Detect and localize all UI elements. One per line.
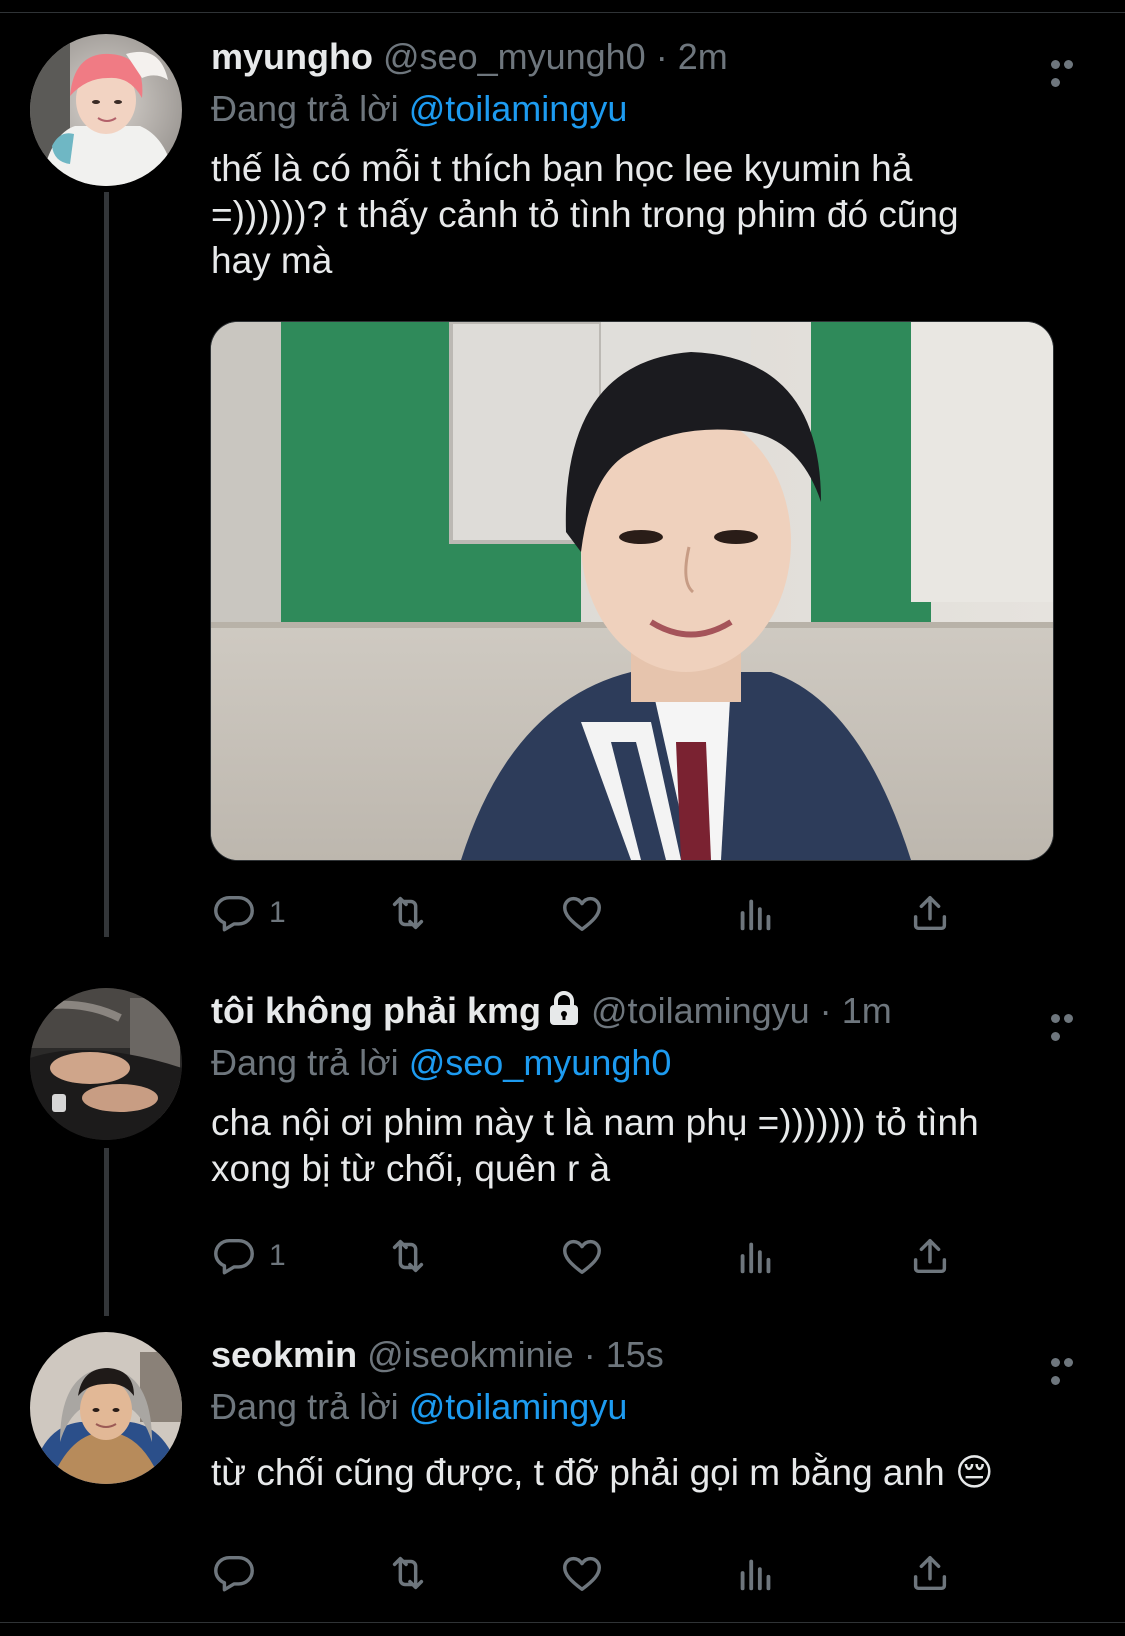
reply-icon xyxy=(214,1238,254,1275)
tweet-toilamingyu[interactable]: tôi không phải kmg @toilamingyu · 1m Đan… xyxy=(0,984,1125,1284)
timestamp[interactable]: 1m xyxy=(842,990,892,1031)
avatar-photo-hands xyxy=(30,988,182,1140)
top-divider xyxy=(0,0,1125,13)
replying-prefix: Đang trả lời xyxy=(211,1042,399,1083)
user-handle[interactable]: @toilamingyu xyxy=(591,990,810,1031)
retweet-button[interactable] xyxy=(385,1231,431,1281)
share-button[interactable] xyxy=(907,888,953,938)
retweet-button[interactable] xyxy=(385,1548,431,1598)
avatar[interactable] xyxy=(30,34,182,186)
replying-prefix: Đang trả lời xyxy=(211,1386,399,1427)
reply-count: 1 xyxy=(269,896,286,929)
analytics-button[interactable] xyxy=(733,1231,779,1281)
separator-dot: · xyxy=(819,990,832,1031)
display-name[interactable]: tôi không phải kmg xyxy=(211,990,541,1031)
replying-prefix: Đang trả lời xyxy=(211,88,399,129)
analytics-icon xyxy=(740,1242,771,1274)
timestamp[interactable]: 2m xyxy=(678,36,728,77)
avatar-photo-pink-hair xyxy=(30,34,182,186)
heart-icon xyxy=(563,1239,601,1275)
display-name[interactable]: myungho xyxy=(211,36,373,77)
avatar-photo-hoodie xyxy=(30,1332,182,1484)
media-photo xyxy=(211,322,1053,860)
more-options-icon[interactable] xyxy=(1051,1010,1089,1041)
analytics-button[interactable] xyxy=(733,1548,779,1598)
reply-button[interactable] xyxy=(211,1548,269,1598)
tweet-media-image[interactable] xyxy=(210,321,1054,861)
tweet-text: cha nội ơi phim này t là nam phụ =))))))… xyxy=(211,1102,979,1189)
user-handle[interactable]: @seo_myungh0 xyxy=(383,36,646,77)
heart-icon xyxy=(563,896,601,932)
analytics-button[interactable] xyxy=(733,888,779,938)
display-name[interactable]: seokmin xyxy=(211,1334,357,1375)
more-options-icon[interactable] xyxy=(1051,1354,1089,1385)
user-handle[interactable]: @iseokminie xyxy=(367,1334,574,1375)
avatar[interactable] xyxy=(30,1332,182,1484)
share-icon xyxy=(913,895,947,931)
tweet-actions: 1 xyxy=(211,1231,1011,1281)
share-button[interactable] xyxy=(907,1548,953,1598)
tweet-header: myungho @seo_myungh0 · 2m xyxy=(211,30,1071,84)
bottom-divider xyxy=(0,1622,1125,1623)
mention-link[interactable]: @toilamingyu xyxy=(409,1386,628,1427)
mention-link[interactable]: @seo_myungh0 xyxy=(409,1042,672,1083)
separator-dot: · xyxy=(583,1334,596,1375)
share-icon xyxy=(913,1555,947,1591)
heart-icon xyxy=(563,1556,601,1592)
like-button[interactable] xyxy=(559,1231,605,1281)
retweet-icon xyxy=(392,1556,424,1590)
avatar[interactable] xyxy=(30,988,182,1140)
retweet-icon xyxy=(392,896,424,930)
mention-link[interactable]: @toilamingyu xyxy=(409,88,628,129)
reply-icon xyxy=(214,1555,254,1592)
retweet-button[interactable] xyxy=(385,888,431,938)
reply-button[interactable]: 1 xyxy=(211,1231,286,1281)
replying-to: Đang trả lời @toilamingyu xyxy=(211,84,1071,134)
tweet-header: tôi không phải kmg @toilamingyu · 1m xyxy=(211,984,1071,1038)
replying-to: Đang trả lời @seo_myungh0 xyxy=(211,1038,1071,1088)
separator-dot: · xyxy=(655,36,668,77)
like-button[interactable] xyxy=(559,888,605,938)
share-icon xyxy=(913,1238,947,1274)
analytics-icon xyxy=(740,899,771,931)
share-button[interactable] xyxy=(907,1231,953,1281)
tweet-actions xyxy=(211,1548,1011,1598)
tweet-seokmin[interactable]: seokmin @iseokminie · 15s Đang trả lời @… xyxy=(0,1328,1125,1618)
reply-count: 1 xyxy=(269,1239,286,1272)
like-button[interactable] xyxy=(559,1548,605,1598)
tweet-text: từ chối cũng được, t đỡ phải gọi m bằng … xyxy=(211,1452,994,1493)
replying-to: Đang trả lời @toilamingyu xyxy=(211,1382,1071,1432)
tweet-myungho[interactable]: myungho @seo_myungh0 · 2m Đang trả lời @… xyxy=(0,30,1125,960)
more-options-icon[interactable] xyxy=(1051,56,1089,87)
tweet-header: seokmin @iseokminie · 15s xyxy=(211,1328,1071,1382)
lock-icon xyxy=(547,988,581,1025)
reply-icon xyxy=(214,895,254,932)
timestamp[interactable]: 15s xyxy=(606,1334,664,1375)
tweet-actions: 1 xyxy=(211,888,1011,938)
retweet-icon xyxy=(392,1239,424,1273)
tweet-text: thế là có mỗi t thích bạn học lee kyumin… xyxy=(211,148,959,281)
reply-button[interactable]: 1 xyxy=(211,888,286,938)
analytics-icon xyxy=(740,1559,771,1591)
